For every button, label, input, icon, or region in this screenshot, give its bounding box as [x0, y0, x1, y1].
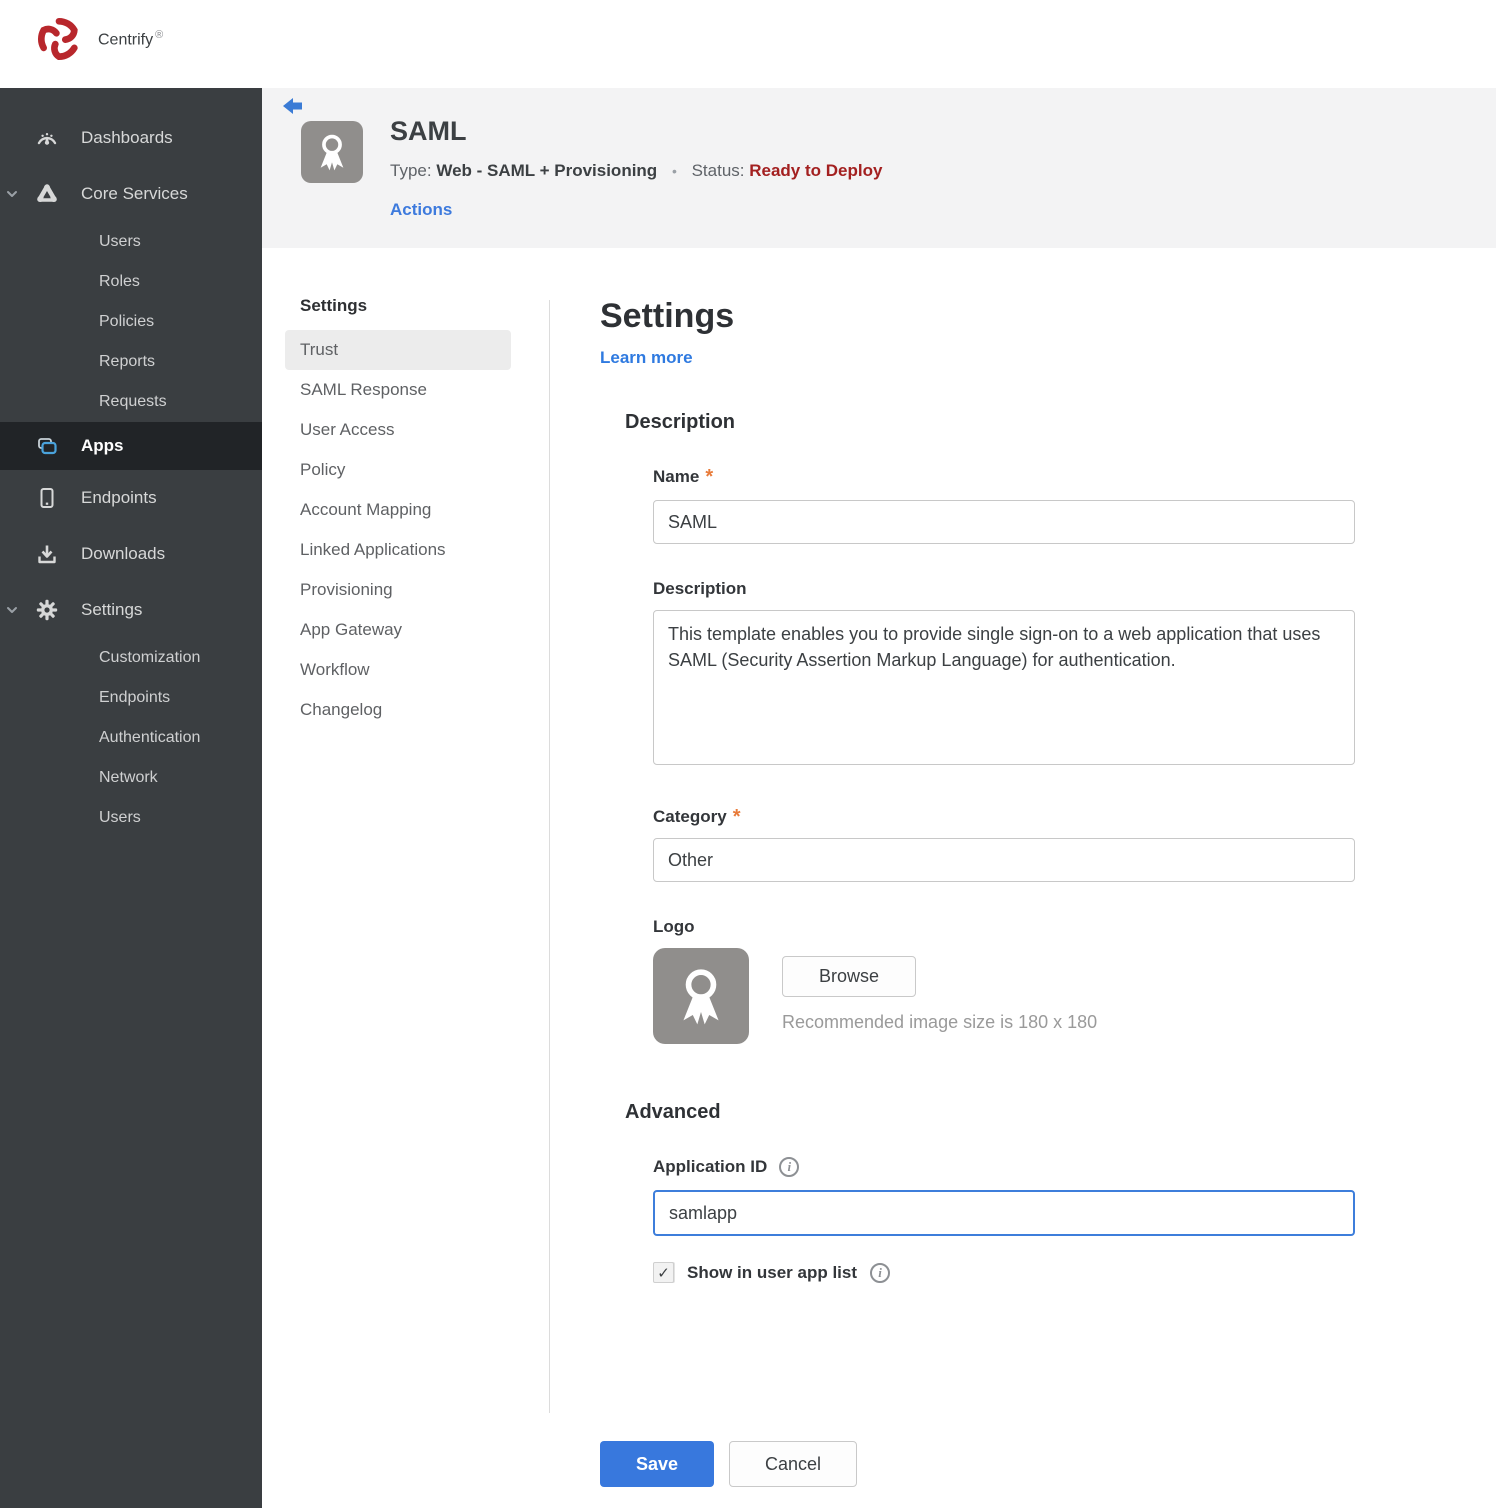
sidebar-subitem-authentication[interactable]: Authentication: [0, 718, 262, 758]
subnav-item-app-gateway[interactable]: App Gateway: [285, 610, 511, 650]
tablet-icon: [40, 488, 54, 508]
name-field[interactable]: [653, 500, 1355, 544]
description-section-title: Description: [625, 411, 736, 433]
sidebar-subitem-users-settings[interactable]: Users: [0, 798, 262, 838]
learn-more-link[interactable]: Learn more: [600, 348, 693, 368]
subnav-item-user-access[interactable]: User Access: [285, 410, 511, 450]
sidebar-item-endpoints[interactable]: Endpoints: [0, 470, 262, 526]
page-title: Settings: [600, 297, 735, 335]
sidebar-subitem-users[interactable]: Users: [0, 222, 262, 262]
sidebar-subitem-policies[interactable]: Policies: [0, 302, 262, 342]
subnav-item-workflow[interactable]: Workflow: [285, 650, 511, 690]
subnav-item-provisioning[interactable]: Provisioning: [285, 570, 511, 610]
form-actions: Save Cancel: [600, 1441, 857, 1487]
award-ribbon-icon: [320, 134, 344, 171]
type-label: Type:: [390, 161, 432, 180]
chevron-down-icon: [7, 191, 17, 197]
subnav-item-linked-applications[interactable]: Linked Applications: [285, 530, 511, 570]
brand-name: Centrify ®: [98, 28, 164, 49]
required-asterisk: *: [705, 466, 714, 488]
type-value: Web - SAML + Provisioning: [436, 161, 658, 180]
vertical-divider: [549, 300, 550, 1413]
subnav-item-saml-response[interactable]: SAML Response: [285, 370, 511, 410]
subnav-header: Settings: [300, 296, 368, 315]
required-asterisk: *: [732, 806, 741, 828]
app-icon: [301, 121, 363, 183]
chevron-down-icon: [7, 607, 17, 613]
sidebar-subitem-requests[interactable]: Requests: [0, 382, 262, 422]
status-value: Ready to Deploy: [749, 161, 883, 180]
back-arrow-icon[interactable]: [281, 96, 305, 118]
show-in-user-app-list-row: ✓ Show in user app list i: [653, 1262, 1357, 1283]
meta-separator: •: [671, 163, 677, 179]
subnav-item-account-mapping[interactable]: Account Mapping: [285, 490, 511, 530]
description-label: Description: [653, 579, 747, 598]
settings-panel: Settings Learn more Description Name * D…: [600, 296, 1357, 1283]
sidebar-item-settings[interactable]: Settings: [0, 582, 262, 638]
info-icon[interactable]: i: [870, 1262, 891, 1283]
download-icon: [38, 545, 56, 564]
app-meta: Type: Web - SAML + Provisioning • Status…: [390, 161, 882, 181]
core-services-icon: [37, 184, 57, 202]
gear-icon: [36, 599, 58, 621]
award-ribbon-icon: [683, 969, 719, 1025]
save-button[interactable]: Save: [600, 1441, 714, 1487]
centrify-spiral-icon: [37, 17, 78, 61]
page: Centrify ® Dashboards Core Services User…: [0, 0, 1496, 1508]
sidebar-subitem-network[interactable]: Network: [0, 758, 262, 798]
show-in-user-app-list-label: Show in user app list: [687, 1262, 858, 1282]
subnav-item-changelog[interactable]: Changelog: [285, 690, 511, 730]
sidebar-item-downloads[interactable]: Downloads: [0, 526, 262, 582]
app-title: SAML: [390, 116, 467, 146]
application-id-label: Application ID i: [653, 1156, 1357, 1178]
browse-button[interactable]: Browse: [782, 956, 916, 997]
subnav-item-trust[interactable]: Trust: [285, 330, 511, 370]
sidebar-subitem-customization[interactable]: Customization: [0, 638, 262, 678]
app-subnav: Settings Trust SAML Response User Access…: [285, 296, 511, 730]
actions-menu-button[interactable]: Actions: [390, 200, 476, 220]
sidebar-item-dashboards[interactable]: Dashboards: [0, 110, 262, 166]
top-bar: Centrify ®: [0, 0, 1496, 88]
sidebar-item-core-services[interactable]: Core Services: [0, 166, 262, 222]
gauge-icon: [37, 133, 57, 145]
sidebar-item-apps[interactable]: Apps: [0, 422, 262, 470]
subnav-item-policy[interactable]: Policy: [285, 450, 511, 490]
status-label: Status:: [691, 161, 745, 180]
name-label: Name *: [653, 466, 714, 488]
logo-label: Logo: [653, 917, 695, 936]
sidebar-subitem-reports[interactable]: Reports: [0, 342, 262, 382]
category-label: Category *: [653, 806, 741, 828]
sidebar: Dashboards Core Services Users Roles Pol…: [0, 88, 262, 1508]
advanced-section-title: Advanced: [625, 1101, 721, 1123]
brand-logo: Centrify ®: [34, 14, 163, 64]
logo-preview: [653, 948, 749, 1044]
sidebar-subitem-roles[interactable]: Roles: [0, 262, 262, 302]
app-header: SAML Type: Web - SAML + Provisioning • S…: [262, 88, 1496, 248]
category-field[interactable]: [653, 838, 1355, 882]
registered-mark: ®: [155, 28, 164, 41]
apps-icon: [38, 438, 57, 455]
info-icon[interactable]: i: [779, 1157, 800, 1177]
description-field[interactable]: This template enables you to provide sin…: [653, 610, 1355, 765]
show-in-user-app-list-checkbox[interactable]: ✓: [653, 1262, 674, 1283]
cancel-button[interactable]: Cancel: [729, 1441, 857, 1487]
logo-size-hint: Recommended image size is 180 x 180: [782, 1012, 1098, 1032]
application-id-field[interactable]: [653, 1190, 1355, 1236]
sidebar-subitem-endpoints[interactable]: Endpoints: [0, 678, 262, 718]
